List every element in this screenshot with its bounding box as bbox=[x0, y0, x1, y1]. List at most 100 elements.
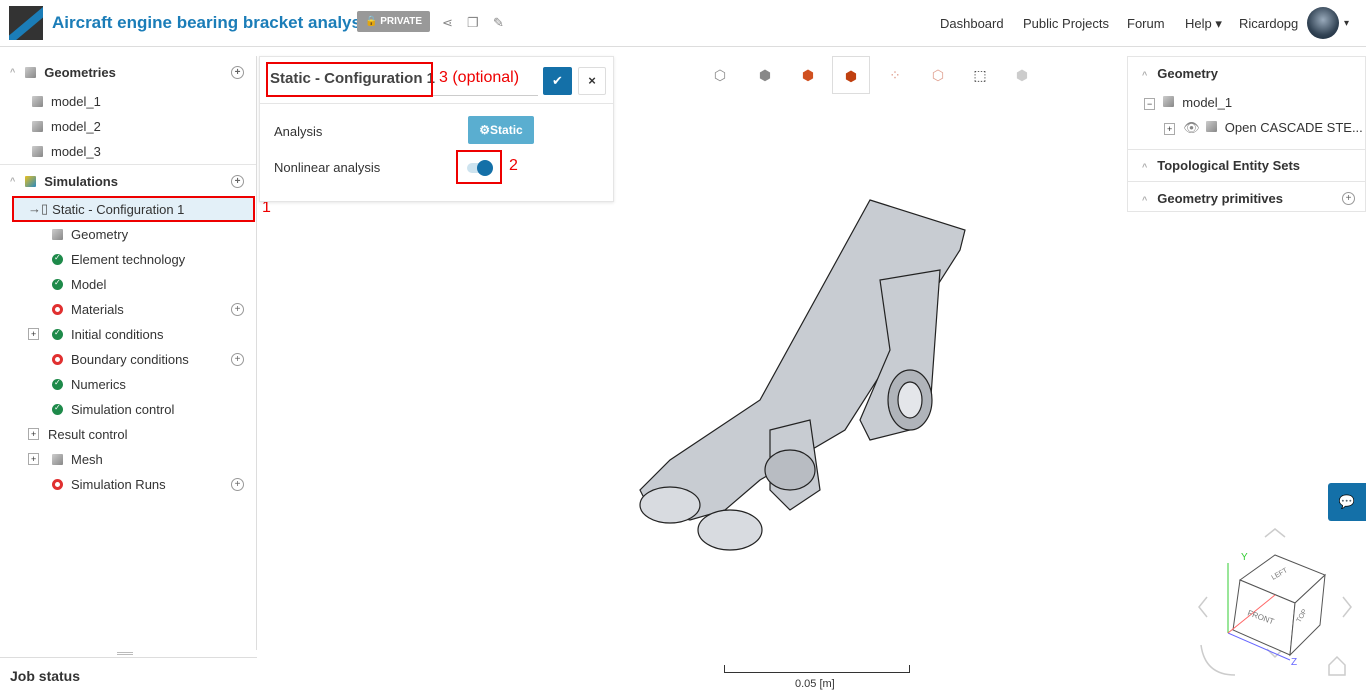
view-solid-icon[interactable]: ⬢ bbox=[752, 62, 778, 88]
rotate-view-icon bbox=[1200, 644, 1236, 676]
private-badge: 🔒 PRIVATE bbox=[357, 11, 431, 32]
job-status-panel[interactable]: Job status bbox=[0, 657, 257, 695]
item-icon bbox=[52, 453, 63, 465]
nonlinear-label: Nonlinear analysis bbox=[274, 160, 381, 175]
add-button[interactable]: + bbox=[231, 352, 244, 366]
geometry-panel: ^ Geometry − model_1 + 👁 Open CASCADE STE...… bbox=[1127, 56, 1366, 212]
view-surfaces-edges-icon[interactable]: ⬢ bbox=[832, 56, 870, 94]
rotate-right-icon bbox=[1342, 596, 1352, 618]
scale-bar bbox=[724, 665, 910, 673]
tree-item[interactable]: Result control + bbox=[0, 422, 256, 446]
nav-dashboard[interactable]: Dashboard bbox=[940, 16, 1004, 31]
tree-item-label: Mesh bbox=[71, 451, 103, 467]
model-icon bbox=[32, 145, 43, 157]
model-icon bbox=[32, 95, 43, 107]
copy-icon[interactable]: ❐ bbox=[467, 15, 479, 31]
warning-icon bbox=[52, 353, 63, 365]
check-icon bbox=[52, 278, 63, 290]
check-icon bbox=[52, 228, 63, 240]
view-cube[interactable]: Y Z FRONT LEFT TOP bbox=[1195, 525, 1360, 690]
annotation-2: 2 bbox=[509, 157, 518, 174]
share-icon[interactable]: ⋖ bbox=[442, 15, 453, 31]
tree-item-label: Numerics bbox=[71, 376, 126, 392]
bracket-model[interactable] bbox=[630, 190, 980, 560]
view-wireframe-icon[interactable]: ⬡ bbox=[925, 62, 951, 88]
add-simulation-button[interactable]: + bbox=[231, 174, 244, 188]
geometry-model-1[interactable]: − model_1 bbox=[1144, 95, 1232, 110]
home-icon bbox=[1328, 655, 1346, 676]
user-name[interactable]: Ricardopg bbox=[1239, 16, 1298, 31]
annotation-box-2 bbox=[456, 150, 502, 184]
chat-button[interactable]: 💬 bbox=[1328, 483, 1366, 521]
analysis-type-button[interactable]: ⚙Static bbox=[468, 116, 534, 144]
expand-icon[interactable]: + bbox=[28, 428, 40, 440]
nav-help[interactable]: Help ▾ bbox=[1185, 16, 1222, 32]
check-icon bbox=[52, 403, 63, 415]
edit-icon[interactable]: ✎ bbox=[493, 15, 504, 31]
model-icon bbox=[32, 120, 43, 132]
topological-entity-sets[interactable]: ^ Topological Entity Sets bbox=[1142, 158, 1300, 173]
project-title: Aircraft engine bearing bracket analysis bbox=[52, 13, 376, 32]
tree-item[interactable]: Initial conditions + bbox=[0, 322, 256, 346]
warning-icon bbox=[52, 303, 63, 315]
tree-item[interactable]: Numerics bbox=[0, 372, 256, 396]
simulations-header[interactable]: ^ Simulations + bbox=[0, 169, 256, 193]
tree-item[interactable]: Model bbox=[0, 272, 256, 296]
close-button[interactable]: × bbox=[578, 67, 606, 95]
tree-item[interactable]: Geometry bbox=[0, 222, 256, 246]
tree-item[interactable]: Simulation control bbox=[0, 397, 256, 421]
axis-z-label: Z bbox=[1291, 657, 1297, 668]
check-icon bbox=[52, 253, 63, 265]
expand-icon[interactable]: + bbox=[28, 453, 40, 465]
logo[interactable] bbox=[9, 6, 43, 40]
tree-item-label: Materials bbox=[71, 301, 124, 317]
check-icon bbox=[52, 328, 63, 340]
tree-item-label: Geometry bbox=[71, 226, 129, 242]
tree-item[interactable]: Boundary conditions + bbox=[0, 347, 256, 371]
annotation-box-3 bbox=[266, 62, 433, 97]
add-button[interactable]: + bbox=[231, 477, 244, 491]
tree-item[interactable]: Element technology bbox=[0, 247, 256, 271]
tree-item[interactable]: Simulation Runs + bbox=[0, 472, 256, 496]
nav-public-projects[interactable]: Public Projects bbox=[1023, 16, 1109, 31]
add-primitive-button[interactable]: + bbox=[1342, 192, 1355, 205]
warning-icon bbox=[52, 478, 63, 490]
view-box-icon[interactable]: ⬡ bbox=[707, 62, 733, 88]
rotate-up-icon bbox=[1264, 528, 1286, 538]
top-bar: Aircraft engine bearing bracket analysis… bbox=[0, 0, 1366, 47]
tree-model-1[interactable]: model_1 bbox=[0, 89, 256, 113]
tree-item[interactable]: Materials + bbox=[0, 297, 256, 321]
box-select-icon[interactable]: ⬚ bbox=[967, 62, 993, 88]
tree-item[interactable]: Mesh + bbox=[0, 447, 256, 471]
confirm-button[interactable]: ✔ bbox=[543, 67, 572, 95]
tree-item-label: Initial conditions bbox=[71, 326, 164, 342]
tree-item-label: Result control bbox=[48, 426, 128, 442]
eye-icon[interactable]: 👁 bbox=[1183, 120, 1200, 135]
add-button[interactable]: + bbox=[231, 302, 244, 316]
avatar[interactable] bbox=[1307, 7, 1339, 39]
geometry-entity[interactable]: + 👁 Open CASCADE STE... bbox=[1164, 120, 1363, 136]
transparency-icon[interactable]: ⬢ bbox=[1009, 62, 1035, 88]
tree-model-3[interactable]: model_3 bbox=[0, 139, 256, 163]
analysis-label: Analysis bbox=[274, 124, 323, 139]
nav-forum[interactable]: Forum bbox=[1127, 16, 1165, 31]
chevron-down-icon[interactable]: ▾ bbox=[1344, 18, 1349, 29]
add-geometry-button[interactable]: + bbox=[231, 65, 244, 79]
geometry-header[interactable]: ^ Geometry bbox=[1142, 66, 1218, 81]
check-icon bbox=[52, 378, 63, 390]
expand-icon[interactable]: + bbox=[28, 328, 40, 340]
view-points-icon[interactable]: ⁘ bbox=[882, 62, 908, 88]
annotation-3: 3 (optional) bbox=[439, 69, 520, 86]
view-surfaces-icon[interactable]: ⬢ bbox=[795, 62, 821, 88]
simulation-tree: ^ Geometries + model_1 model_2 model_3 ^ Si… bbox=[0, 56, 257, 650]
scale-label: 0.05 [m] bbox=[795, 678, 835, 690]
axis-y-label: Y bbox=[1241, 552, 1248, 563]
tree-item-label: Simulation Runs bbox=[71, 476, 166, 492]
tree-item-label: Boundary conditions bbox=[71, 351, 189, 367]
geometry-primitives[interactable]: ^ Geometry primitives bbox=[1142, 191, 1283, 206]
tree-item-label: Element technology bbox=[71, 251, 186, 267]
annotation-box-1 bbox=[12, 196, 255, 222]
tree-model-2[interactable]: model_2 bbox=[0, 114, 256, 138]
tree-item-label: Simulation control bbox=[71, 401, 175, 417]
geometries-header[interactable]: ^ Geometries + bbox=[0, 60, 256, 84]
